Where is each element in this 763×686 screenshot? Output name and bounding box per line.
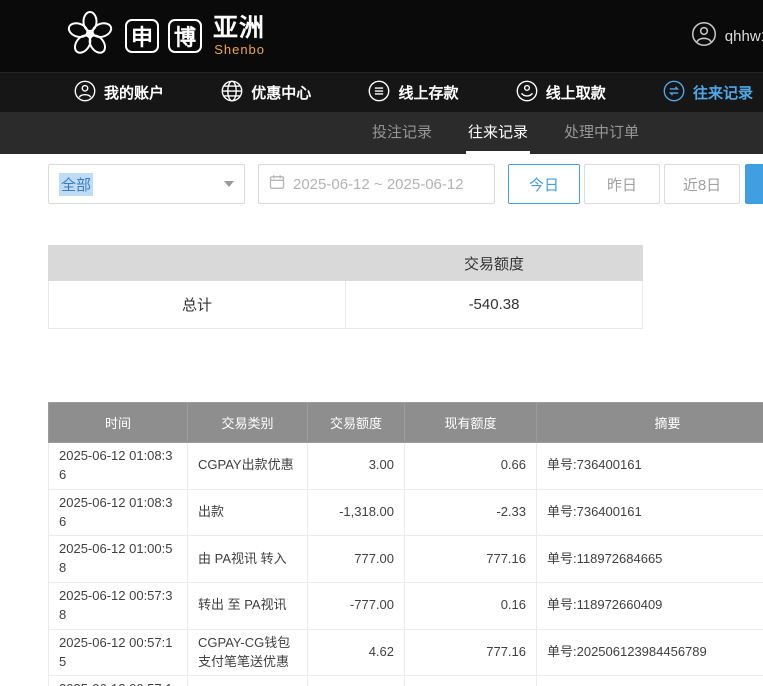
table-row: 2025-06-12 01:00:58 由 PA视讯 转入 777.00 777…	[49, 536, 763, 583]
cell-time: 2025-06-12 01:08:36	[49, 443, 188, 490]
table-row: 2025-06-12 00:57:38 转出 至 PA视讯 -777.00 0.…	[49, 583, 763, 630]
last-8-days-button[interactable]: 近8日	[664, 164, 740, 204]
nav-item-online-deposit[interactable]: 线上存款	[368, 80, 458, 106]
cell-balance: 0.66	[405, 443, 537, 490]
nav-label: 线上取款	[546, 82, 606, 103]
records-icon	[663, 80, 685, 106]
header-amount: 交易额度	[308, 403, 405, 443]
cell-time: 2025-06-12 00:57:15	[49, 629, 188, 676]
account-icon	[74, 80, 96, 106]
cell-balance: 777.16	[405, 536, 537, 583]
top-header: 申 博 亚洲 Shenbo qhhw1	[0, 0, 763, 72]
header-note: 摘要	[537, 403, 763, 443]
summary-row: 总计 -540.38	[48, 281, 643, 329]
flower-logo-icon	[64, 8, 116, 65]
table-row: 2025-06-12 00:57:15 CGPAY-CG钱包支付笔笔送优惠 4.…	[49, 629, 763, 676]
table-row: 2025-06-12 00:57:15 CGPAY支付 770.00 772.5…	[49, 676, 763, 686]
chevron-down-icon	[224, 181, 234, 187]
summary-total-value: -540.38	[346, 281, 642, 328]
cell-note: 单号:202506123984456789	[537, 629, 763, 676]
cell-time: 2025-06-12 00:57:15	[49, 676, 188, 686]
logo-char-2: 博	[168, 19, 202, 53]
table-row: 2025-06-12 01:08:36 出款 -1,318.00 -2.33 单…	[49, 489, 763, 536]
cell-time: 2025-06-12 01:00:58	[49, 536, 188, 583]
cell-type: 转出 至 PA视讯	[188, 583, 308, 630]
today-button[interactable]: 今日	[508, 164, 580, 204]
date-range-value: 2025-06-12 ~ 2025-06-12	[293, 176, 464, 193]
type-select-value: 全部	[59, 173, 93, 196]
records-table: 时间 交易类别 交易额度 现有额度 摘要 2025-06-12 01:08:36…	[48, 402, 763, 686]
cell-amount: 3.00	[308, 443, 405, 490]
cell-balance: 0.16	[405, 583, 537, 630]
calendar-icon	[269, 174, 285, 195]
cell-type: 出款	[188, 489, 308, 536]
nav-item-transaction-records[interactable]: 往来记录	[663, 80, 753, 106]
cell-amount: -1,318.00	[308, 489, 405, 536]
cell-time: 2025-06-12 01:08:36	[49, 489, 188, 536]
tab-betting-records[interactable]: 投注记录	[370, 112, 434, 154]
cell-balance: 772.54	[405, 676, 537, 686]
nav-item-online-withdraw[interactable]: 线上取款	[516, 80, 606, 106]
summary-header: 交易额度	[48, 245, 643, 281]
summary-header-label: 交易额度	[345, 253, 643, 274]
cell-note: 单号:118972684665	[537, 536, 763, 583]
cell-note: 单号:736400161	[537, 443, 763, 490]
summary-table: 交易额度 总计 -540.38	[48, 245, 643, 329]
yesterday-button[interactable]: 昨日	[584, 164, 660, 204]
cell-amount: 770.00	[308, 676, 405, 686]
nav-label: 优惠中心	[251, 82, 311, 103]
username-text: qhhw1	[725, 28, 763, 45]
withdraw-icon	[516, 80, 538, 106]
deposit-icon	[368, 80, 390, 106]
header-balance: 现有额度	[405, 403, 537, 443]
nav-label: 线上存款	[398, 82, 458, 103]
table-header-row: 时间 交易类别 交易额度 现有额度 摘要	[49, 403, 763, 443]
cell-note: 单号:202506123984456789	[537, 676, 763, 686]
user-account[interactable]: qhhw1	[691, 21, 763, 52]
type-select[interactable]: 全部	[48, 164, 245, 204]
promo-icon	[221, 80, 243, 106]
summary-total-label: 总计	[49, 281, 346, 328]
header-time: 时间	[49, 403, 188, 443]
cell-amount: -777.00	[308, 583, 405, 630]
cell-balance: 777.16	[405, 629, 537, 676]
cell-type: CGPAY支付	[188, 676, 308, 686]
cell-amount: 777.00	[308, 536, 405, 583]
cell-note: 单号:118972660409	[537, 583, 763, 630]
nav-label: 往来记录	[693, 82, 753, 103]
filter-bar: 全部 2025-06-12 ~ 2025-06-12 今日 昨日 近8日	[48, 164, 763, 204]
date-range-input[interactable]: 2025-06-12 ~ 2025-06-12	[258, 164, 495, 204]
tab-transaction-records[interactable]: 往来记录	[466, 112, 530, 154]
table-row: 2025-06-12 01:08:36 CGPAY出款优惠 3.00 0.66 …	[49, 443, 763, 490]
filter-action-button[interactable]	[745, 164, 763, 204]
logo[interactable]: 申 博 亚洲 Shenbo	[64, 8, 265, 65]
cell-note: 单号:736400161	[537, 489, 763, 536]
sub-nav: 投注记录 往来记录 处理中订单	[0, 112, 763, 154]
main-nav: 我的账户 优惠中心 线上存款 线上取款	[0, 72, 763, 112]
user-icon	[691, 21, 717, 52]
cell-type: CGPAY-CG钱包支付笔笔送优惠	[188, 629, 308, 676]
logo-region-text: 亚洲	[213, 15, 265, 41]
logo-char-1: 申	[125, 19, 159, 53]
cell-time: 2025-06-12 00:57:38	[49, 583, 188, 630]
cell-type: CGPAY出款优惠	[188, 443, 308, 490]
header-type: 交易类别	[188, 403, 308, 443]
cell-balance: -2.33	[405, 489, 537, 536]
cell-amount: 4.62	[308, 629, 405, 676]
nav-label: 我的账户	[104, 82, 164, 103]
nav-item-my-account[interactable]: 我的账户	[74, 80, 164, 106]
cell-type: 由 PA视讯 转入	[188, 536, 308, 583]
tab-processing-orders[interactable]: 处理中订单	[562, 112, 641, 154]
logo-sub-text: Shenbo	[214, 42, 265, 57]
nav-item-promo-center[interactable]: 优惠中心	[221, 80, 311, 106]
table-body: 2025-06-12 01:08:36 CGPAY出款优惠 3.00 0.66 …	[49, 443, 763, 686]
